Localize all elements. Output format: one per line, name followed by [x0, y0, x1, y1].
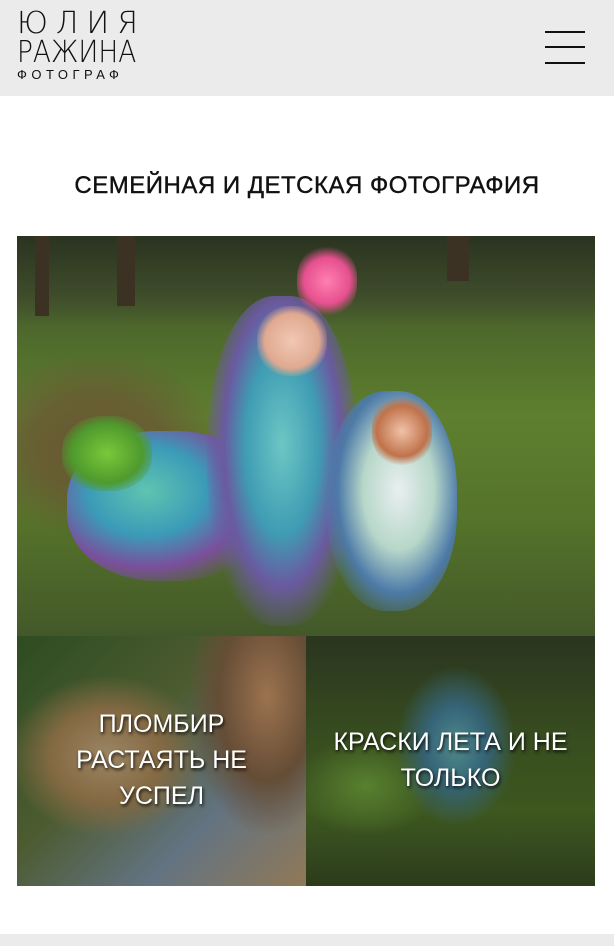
tile-caption: ПЛОМБИР РАСТАЯТЬ НЕ УСПЕЛ [76, 710, 247, 810]
photo-figure-child-face [257, 306, 327, 376]
photo-figure-green-hair [62, 416, 152, 491]
gallery-tile-plombir[interactable]: ПЛОМБИР РАСТАЯТЬ НЕ УСПЕЛ [17, 636, 306, 886]
logo-last-name: РАЖИНА [17, 35, 137, 70]
gallery-tile-summer-colors[interactable]: КРАСКИ ЛЕТА И НЕ ТОЛЬКО [306, 636, 595, 886]
footer-strip [0, 934, 614, 946]
photo-tree-trunk [117, 236, 135, 306]
tile-caption: КРАСКИ ЛЕТА И НЕ ТОЛЬКО [333, 728, 568, 792]
photo-tree-trunk [447, 236, 469, 281]
photo-tree-trunk [35, 236, 49, 316]
site-logo[interactable]: ЮЛИЯ РАЖИНА ФОТОГРАФ [17, 9, 147, 85]
hero-photo[interactable] [17, 236, 595, 636]
hamburger-menu-icon[interactable] [545, 31, 585, 65]
menu-bar [545, 46, 585, 48]
menu-bar [545, 62, 585, 64]
photo-figure-mother-face [372, 396, 432, 466]
logo-first-name: ЮЛИЯ [17, 6, 146, 41]
menu-bar [545, 31, 585, 33]
photo-flower-accessory [297, 246, 357, 316]
page-title: СЕМЕЙНАЯ И ДЕТСКАЯ ФОТОГРАФИЯ [74, 172, 540, 199]
site-header: ЮЛИЯ РАЖИНА ФОТОГРАФ [0, 0, 614, 96]
